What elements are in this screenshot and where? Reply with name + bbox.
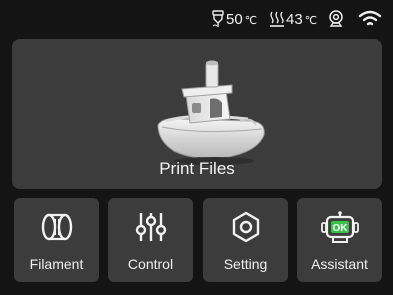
benchy-boat-model [152,55,270,167]
hex-nut-settings-icon [229,211,263,248]
nozzle-icon [211,10,225,28]
print-files-card[interactable]: Print Files [12,39,382,189]
bed-temperature: 43 ℃ [269,9,317,29]
svg-text:OK: OK [332,223,348,234]
sliders-icon [134,211,168,248]
filament-button[interactable]: Filament [14,198,99,282]
setting-label: Setting [223,256,268,272]
nozzle-temp-unit: ℃ [244,14,258,27]
assistant-label: Assistant [311,256,368,272]
filament-spool-icon [40,211,74,248]
heated-bed-icon [269,10,285,28]
bed-temp-unit: ℃ [304,14,318,27]
filament-label: Filament [29,256,84,272]
control-button[interactable]: Control [108,198,193,282]
setting-button[interactable]: Setting [203,198,288,282]
camera-icon[interactable] [328,9,344,29]
nozzle-temp-value: 50 [226,10,243,28]
print-files-label: Print Files [159,159,235,178]
bed-temp-value: 43 [286,10,303,28]
assistant-button[interactable]: OK Assistant [297,198,382,282]
control-label: Control [127,256,174,272]
nozzle-temperature: 50 ℃ [211,9,257,29]
wifi-icon[interactable] [358,9,382,29]
status-bar: 50 ℃ 43 ℃ [0,0,393,36]
assistant-robot-icon: OK [320,211,360,250]
